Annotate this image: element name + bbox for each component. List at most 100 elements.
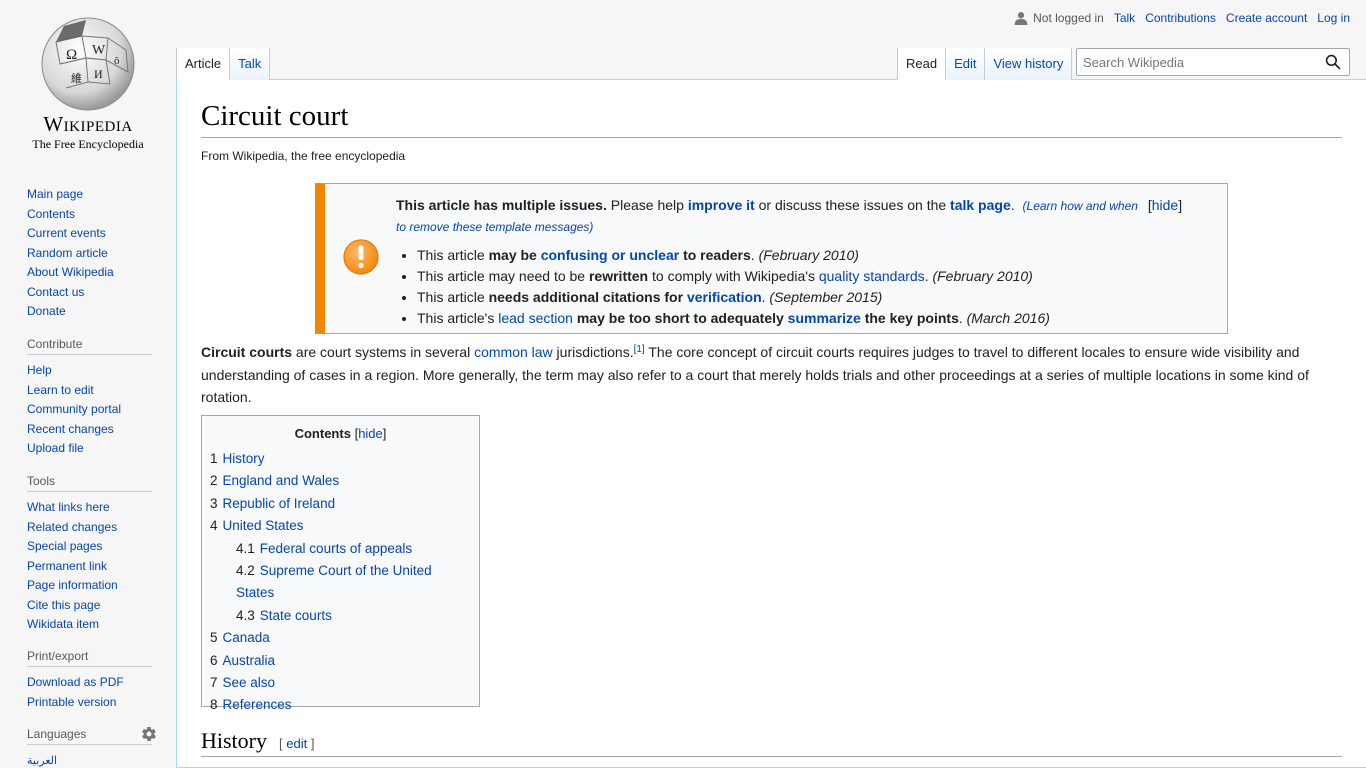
personal-talk-link[interactable]: Talk — [1114, 11, 1135, 25]
contribute-heading: Contribute — [27, 337, 152, 355]
toc-link[interactable]: History — [223, 451, 265, 466]
toc-item[interactable]: 4 United States — [210, 515, 471, 537]
tab-view-history-label: View history — [993, 56, 1064, 71]
sidebar-item-community-portal[interactable]: Community portal — [27, 402, 121, 416]
language-item-arabic[interactable]: العربية — [27, 755, 57, 767]
issue-bold: rewritten — [588, 268, 649, 284]
issue-item: This article may be confusing or unclear… — [417, 245, 1226, 266]
issue-item: This article may need to be rewritten to… — [417, 266, 1226, 287]
confusing-link[interactable]: confusing or unclear — [541, 247, 679, 263]
view-tabs: Read Edit View history — [897, 48, 1073, 80]
sidebar-item-current-events[interactable]: Current events — [27, 226, 106, 240]
intro-text: are court systems in several — [292, 344, 475, 360]
tab-read[interactable]: Read — [897, 48, 947, 80]
toc-link[interactable]: England and Wales — [223, 473, 340, 488]
talk-page-link[interactable]: talk page — [950, 197, 1011, 213]
sidebar-item-donate[interactable]: Donate — [27, 304, 66, 318]
toc-link[interactable]: State courts — [260, 608, 332, 623]
issue-text: . — [958, 310, 963, 326]
toc-item[interactable]: 4.1 Federal courts of appeals — [210, 538, 471, 560]
toc-item[interactable]: 7 See also — [210, 672, 471, 694]
history-heading-row: History [ edit ] — [201, 728, 1342, 757]
wikipedia-logo[interactable]: Ω W 維 И ŏ Wikipedia The Free Encyclopedi… — [14, 14, 162, 164]
issue-text: This article's — [417, 310, 499, 326]
create-account-link[interactable]: Create account — [1226, 11, 1307, 25]
toc-link[interactable]: Supreme Court of the United States — [236, 563, 432, 600]
toc-link[interactable]: See also — [223, 675, 276, 690]
tab-edit[interactable]: Edit — [946, 48, 986, 80]
sidebar-item-cite-this-page[interactable]: Cite this page — [27, 598, 100, 612]
sidebar-item-help[interactable]: Help — [27, 363, 52, 377]
toc-item[interactable]: 6 Australia — [210, 650, 471, 672]
toc-hide-link[interactable]: hide — [358, 426, 383, 441]
sidebar-item-related-changes[interactable]: Related changes — [27, 520, 117, 534]
tab-article[interactable]: Article — [176, 48, 231, 80]
puzzle-globe-icon: Ω W 維 И ŏ — [41, 17, 135, 111]
issue-text: . — [750, 247, 755, 263]
personal-tools: Not logged in Talk Contributions Create … — [1014, 11, 1350, 25]
toc-item[interactable]: 3 Republic of Ireland — [210, 493, 471, 515]
issues-hide-link[interactable]: hide — [1152, 197, 1178, 213]
sidebar-item-random-article[interactable]: Random article — [27, 246, 108, 260]
sidebar-item-what-links-here[interactable]: What links here — [27, 500, 110, 514]
search-icon[interactable] — [1325, 54, 1341, 70]
namespace-tabs: Article Talk — [176, 48, 271, 80]
issues-lead-text: Please help — [606, 197, 688, 213]
toc-link[interactable]: References — [223, 697, 292, 712]
toc-number: 2 — [210, 473, 218, 489]
sidebar-item-learn-to-edit[interactable]: Learn to edit — [27, 383, 94, 397]
search-input[interactable] — [1077, 50, 1317, 74]
verification-link[interactable]: verification — [687, 289, 762, 305]
sidebar-item-contact[interactable]: Contact us — [27, 285, 84, 299]
sidebar-item-special-pages[interactable]: Special pages — [27, 539, 102, 553]
sidebar-item-download-pdf[interactable]: Download as PDF — [27, 675, 124, 689]
issue-text: This article may need to be — [417, 268, 589, 284]
edit-section-link[interactable]: edit — [286, 736, 307, 751]
sidebar-item-printable-version[interactable]: Printable version — [27, 695, 116, 709]
issues-lead-bold: This article has multiple issues. — [396, 197, 607, 213]
sidebar-item-wikidata-item[interactable]: Wikidata item — [27, 617, 99, 631]
toc-item[interactable]: 2 England and Wales — [210, 470, 471, 492]
log-in-link[interactable]: Log in — [1317, 11, 1350, 25]
toc-item[interactable]: 4.2 Supreme Court of the United States — [210, 560, 471, 605]
lead-section-link[interactable]: lead section — [498, 310, 573, 326]
toc-item[interactable]: 8 References — [210, 694, 471, 716]
toc-number: 4.1 — [236, 540, 255, 556]
wordmark: Wikipedia — [43, 112, 133, 136]
issue-text: . — [761, 289, 766, 305]
page-title: Circuit court — [201, 100, 1342, 138]
gear-icon[interactable] — [142, 726, 156, 741]
tab-talk[interactable]: Talk — [230, 48, 271, 80]
common-law-link[interactable]: common law — [474, 344, 553, 360]
toc-link[interactable]: Federal courts of appeals — [260, 541, 412, 556]
sidebar-item-recent-changes[interactable]: Recent changes — [27, 422, 114, 436]
sidebar-item-permanent-link[interactable]: Permanent link — [27, 559, 107, 573]
quality-standards-link[interactable]: quality standards — [819, 268, 925, 284]
tab-view-history[interactable]: View history — [985, 48, 1073, 80]
svg-text:W: W — [92, 43, 106, 58]
toc-link[interactable]: United States — [223, 518, 304, 533]
sidebar-item-contents[interactable]: Contents — [27, 207, 75, 221]
toc-item[interactable]: 4.3 State courts — [210, 605, 471, 627]
tools-portal: Tools What links here Related changes Sp… — [27, 474, 152, 635]
personal-contributions-link[interactable]: Contributions — [1145, 11, 1216, 25]
site-subtitle: From Wikipedia, the free encyclopedia — [201, 149, 406, 163]
learn-how-link[interactable]: (Learn how and when — [1023, 199, 1138, 213]
sidebar-item-page-information[interactable]: Page information — [27, 578, 118, 592]
sidebar-item-main-page[interactable]: Main page — [27, 187, 83, 201]
navigation-portal: Main page Contents Current events Random… — [27, 185, 152, 322]
reference-1-link[interactable]: [1] — [634, 344, 645, 355]
learn-how-link-2[interactable]: to remove these template messages) — [396, 220, 593, 234]
issues-lead-text-3: . — [1010, 197, 1015, 213]
toc-item[interactable]: 5 Canada — [210, 627, 471, 649]
summarize-link[interactable]: summarize — [788, 310, 861, 326]
toc-link[interactable]: Republic of Ireland — [223, 496, 336, 511]
toc-link[interactable]: Canada — [223, 630, 270, 645]
toc-link[interactable]: Australia — [223, 653, 276, 668]
sidebar-item-about[interactable]: About Wikipedia — [27, 265, 114, 279]
sidebar-item-upload-file[interactable]: Upload file — [27, 441, 84, 455]
main-content: Circuit court From Wikipedia, the free e… — [176, 79, 1366, 768]
toc-item[interactable]: 1 History — [210, 448, 471, 470]
improve-it-link[interactable]: improve it — [688, 197, 755, 213]
tagline: The Free Encyclopedia — [32, 137, 144, 151]
